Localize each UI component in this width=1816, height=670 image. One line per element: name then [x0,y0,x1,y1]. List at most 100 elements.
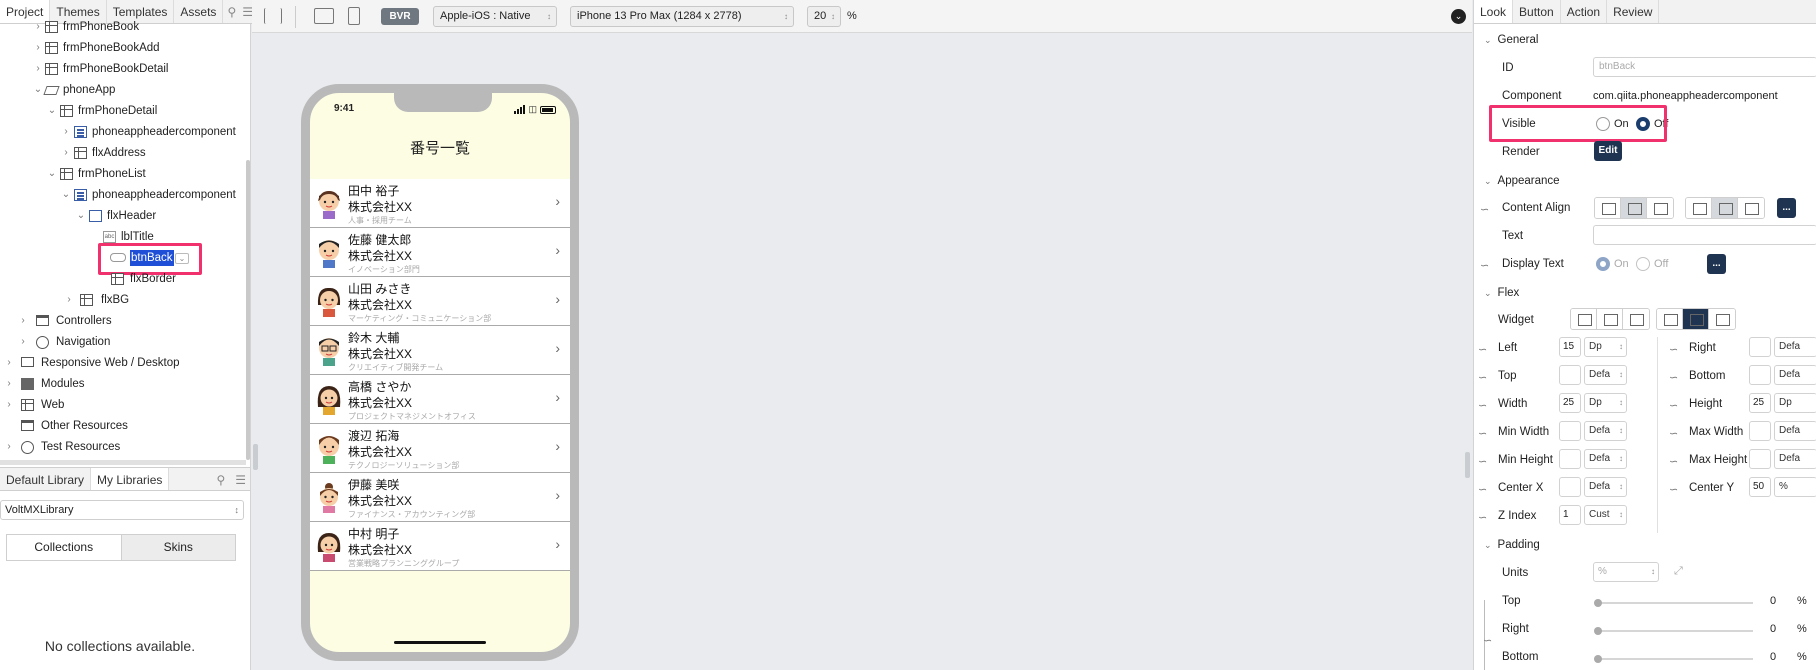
flex-center-x-unit[interactable]: Defa ↕ [1584,477,1627,497]
chevron-right-icon[interactable]: › [33,38,43,58]
tree-item[interactable]: ⌄ flxHeader [0,206,250,226]
text-input[interactable] [1593,225,1816,245]
align-middle-icon[interactable] [1712,198,1738,218]
chevron-right-icon[interactable]: › [18,311,28,331]
align-center-icon[interactable] [1597,309,1623,329]
flex-center-y-unit[interactable]: % [1774,477,1816,497]
section-general[interactable]: ⌄ General [1484,34,1538,46]
chevron-right-icon[interactable]: › [4,353,14,373]
contact-row[interactable]: 渡辺 拓海 株式会社XX テクノロジーソリューション部 › [310,424,570,473]
forecast-icon[interactable]: ∽ [1478,399,1487,412]
padding-top-slider[interactable] [1595,602,1753,604]
tree-item[interactable]: › Controllers [0,311,250,331]
flex-min-width-input[interactable] [1559,421,1581,441]
forecast-icon[interactable]: ∽ [1478,343,1487,356]
bvr-button[interactable]: BVR [381,8,419,25]
tree-item[interactable]: ⌄ frmPhoneList [0,164,250,184]
flex-bottom-unit[interactable]: Defa [1774,365,1816,385]
padding-right-knob[interactable] [1594,627,1602,635]
flex-max-width-input[interactable] [1749,421,1771,441]
chevron-down-icon[interactable]: ⌄ [47,164,57,184]
align-left-icon[interactable] [1571,309,1597,329]
flex-top-unit[interactable]: Defa ↕ [1584,365,1627,385]
align-top-icon[interactable] [1657,309,1683,329]
align-top-icon[interactable] [1686,198,1712,218]
flex-height-input[interactable]: 25 [1749,393,1771,413]
forecast-icon[interactable]: ∽ [1478,371,1487,384]
tree-item[interactable]: › flxBG [0,290,250,310]
flex-height-unit[interactable]: Dp [1774,393,1816,413]
tree-item[interactable]: › Test Resources [0,437,250,457]
align-left-icon[interactable] [1595,198,1621,218]
tab-action[interactable]: Action [1561,0,1608,23]
contact-row[interactable]: 伊藤 美咲 株式会社XX ファイナンス・アカウンティング部 › [310,473,570,522]
collapse-icon[interactable]: ⌄ [1451,9,1466,24]
canvas-size-icon[interactable] [314,8,334,24]
contact-row[interactable]: 中村 明子 株式会社XX 営業戦略プランニンググループ › [310,522,570,571]
chevron-right-icon[interactable]: › [4,395,14,415]
tree-item[interactable]: ⌄ phoneApp [0,80,250,100]
contact-row[interactable]: 高橋 さやか 株式会社XX プロジェクトマネジメントオフィス › [310,375,570,424]
align-middle-icon[interactable] [1683,309,1709,329]
flex-center-y-input[interactable]: 50 [1749,477,1771,497]
tree-item[interactable]: › Web [0,395,250,415]
flex-z-index-input[interactable]: 1 [1559,505,1581,525]
padding-bottom-slider[interactable] [1595,658,1753,660]
forecast-icon[interactable]: ∽ [1478,427,1487,440]
split-view-icon[interactable] [264,8,282,24]
units-select[interactable]: % ↕ [1593,562,1659,582]
flex-bottom-input[interactable] [1749,365,1771,385]
menu-icon[interactable]: ☰ [231,468,250,490]
tab-look[interactable]: Look [1474,0,1514,23]
flex-width-unit[interactable]: Dp ↕ [1584,393,1627,413]
chevron-down-icon[interactable]: ⌄ [61,185,71,205]
align-bottom-icon[interactable] [1709,309,1735,329]
forecast-icon[interactable]: ∽ [1669,343,1678,356]
widget-halign-group[interactable] [1570,308,1650,330]
chevron-down-icon[interactable]: ⌄ [47,101,57,121]
flex-center-x-input[interactable] [1559,477,1581,497]
flex-max-height-input[interactable] [1749,449,1771,469]
tree-hscrollbar[interactable] [0,460,246,465]
forecast-icon[interactable]: ∽ [1669,483,1678,496]
align-center-icon[interactable] [1621,198,1647,218]
forecast-icon[interactable]: ∽ [1480,259,1489,272]
tab-button[interactable]: Button [1513,0,1561,23]
zoom-input[interactable]: 20 ↕ [807,6,841,27]
align-right-icon[interactable] [1623,309,1649,329]
vertical-align-group[interactable] [1685,197,1765,219]
chevron-right-icon[interactable]: › [64,290,74,310]
tree-item[interactable]: › flxAddress [0,143,250,163]
skins-button[interactable]: Skins [121,535,235,560]
right-panel-resize-handle[interactable] [1465,452,1470,478]
flex-min-height-unit[interactable]: Defa ↕ [1584,449,1627,469]
tab-review[interactable]: Review [1607,0,1660,23]
padding-right-slider[interactable] [1595,630,1753,632]
flex-left-input[interactable]: 15 [1559,337,1581,357]
device-icon[interactable] [348,7,360,25]
tree-item[interactable]: › frmPhoneBook [0,17,250,37]
chevron-down-icon[interactable]: ⌄ [33,80,43,100]
flex-right-unit[interactable]: Defa [1774,337,1816,357]
widget-valign-group[interactable] [1656,308,1736,330]
align-bottom-icon[interactable] [1738,198,1764,218]
shuffle-icon[interactable]: ⤢ [1674,565,1683,578]
render-edit-button[interactable]: Edit [1594,141,1622,161]
forecast-icon[interactable]: ∽ [1478,511,1487,524]
chevron-right-icon[interactable]: › [4,437,14,457]
flex-max-height-unit[interactable]: Defa [1774,449,1816,469]
section-padding[interactable]: ⌄ Padding [1484,539,1540,551]
tree-item[interactable]: ⌄ phoneappheadercomponent [0,185,250,205]
chevron-right-icon[interactable]: › [61,143,71,163]
tree-scrollbar[interactable] [246,160,250,460]
display-text-more-button[interactable]: ... [1707,254,1726,274]
tree-item[interactable]: › Navigation [0,332,250,352]
chevron-right-icon[interactable]: › [18,332,28,352]
left-panel-resize-handle[interactable] [253,444,258,470]
forecast-icon[interactable]: ∽ [1478,455,1487,468]
flex-width-input[interactable]: 25 [1559,393,1581,413]
forecast-icon[interactable]: ∽ [1669,455,1678,468]
flex-min-height-input[interactable] [1559,449,1581,469]
link-icon[interactable]: ∽ [1483,634,1492,647]
section-flex[interactable]: ⌄ Flex [1484,287,1519,299]
